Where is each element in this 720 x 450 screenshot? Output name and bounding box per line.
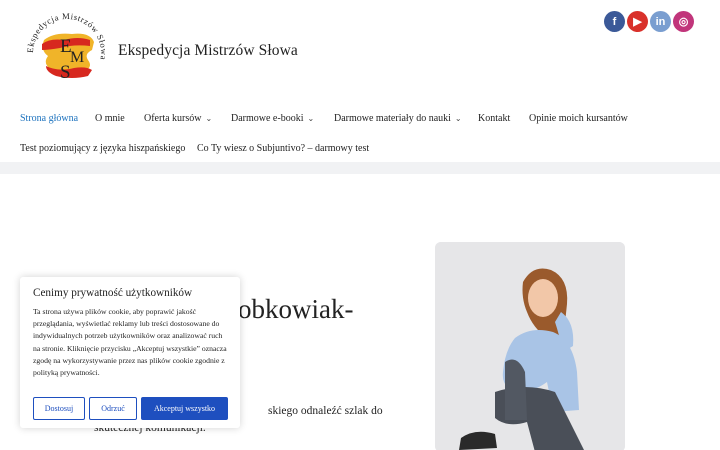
header-divider-band bbox=[0, 162, 720, 174]
hero-heading: obkowiak- bbox=[238, 294, 354, 324]
nav-item-placement-test[interactable]: Test poziomujący z języka hiszpańskiego bbox=[20, 143, 185, 154]
nav-item-materials[interactable]: Darmowe materiały do nauki ⌄ bbox=[334, 113, 462, 124]
nav-item-label: Darmowe e-booki bbox=[231, 113, 304, 124]
chevron-down-icon: ⌄ bbox=[307, 114, 315, 123]
cookie-button-row: Dostosuj Odrzuć Akceptuj wszystko bbox=[33, 397, 228, 420]
nav-item-contact[interactable]: Kontakt bbox=[478, 113, 510, 124]
svg-text:S: S bbox=[60, 62, 71, 83]
linkedin-icon[interactable]: in bbox=[650, 11, 671, 32]
nav-item-label: Oferta kursów bbox=[144, 113, 202, 124]
cookie-banner-text: Ta strona używa plików cookie, aby popra… bbox=[33, 307, 227, 378]
nav-item-testimonials[interactable]: Opinie moich kursantów bbox=[529, 113, 628, 124]
site-title[interactable]: Ekspedycja Mistrzów Słowa bbox=[118, 42, 298, 60]
nav-item-ebooks[interactable]: Darmowe e-booki ⌄ bbox=[231, 113, 314, 124]
nav-item-label: O mnie bbox=[95, 113, 125, 124]
nav-item-label: Darmowe materiały do nauki bbox=[334, 113, 451, 124]
nav-item-about[interactable]: O mnie bbox=[95, 113, 125, 124]
nav-item-subjuntivo-test[interactable]: Co Ty wiesz o Subjuntivo? – darmowy test bbox=[197, 143, 369, 154]
nav-item-label: Co Ty wiesz o Subjuntivo? – darmowy test bbox=[197, 143, 370, 154]
facebook-icon[interactable]: f bbox=[604, 11, 625, 32]
instagram-icon[interactable]: ◎ bbox=[673, 11, 694, 32]
social-links: f ▶ in ◎ bbox=[604, 11, 694, 32]
accept-all-button[interactable]: Akceptuj wszystko bbox=[141, 397, 228, 420]
site-header: Ekspedycja Mistrzów Słowa E M S Ekspedyc… bbox=[0, 0, 720, 100]
cookie-consent-banner: Cenimy prywatność użytkowników Ta strona… bbox=[20, 277, 240, 428]
chevron-down-icon: ⌄ bbox=[205, 114, 213, 123]
nav-item-label: Opinie moich kursantów bbox=[529, 113, 628, 124]
customize-button[interactable]: Dostosuj bbox=[33, 397, 85, 420]
site-logo[interactable]: Ekspedycja Mistrzów Słowa E M S bbox=[24, 10, 110, 96]
nav-item-courses[interactable]: Oferta kursów ⌄ bbox=[144, 113, 212, 124]
youtube-icon[interactable]: ▶ bbox=[627, 11, 648, 32]
nav-item-label: Strona główna bbox=[20, 113, 79, 124]
nav-item-label: Kontakt bbox=[478, 113, 511, 124]
svg-text:M: M bbox=[70, 49, 84, 66]
nav-item-home[interactable]: Strona główna bbox=[20, 113, 78, 124]
main-navigation: Strona główna O mnie Oferta kursów ⌄ Dar… bbox=[0, 100, 720, 162]
cookie-banner-title: Cenimy prywatność użytkowników bbox=[33, 287, 193, 299]
reject-button[interactable]: Odrzuć bbox=[89, 397, 137, 420]
chevron-down-icon: ⌄ bbox=[454, 114, 462, 123]
profile-photo bbox=[435, 242, 625, 450]
hero-text: skiego odnaleźć szlak do bbox=[268, 405, 383, 417]
nav-item-label: Test poziomujący z języka hiszpańskiego bbox=[20, 143, 186, 154]
